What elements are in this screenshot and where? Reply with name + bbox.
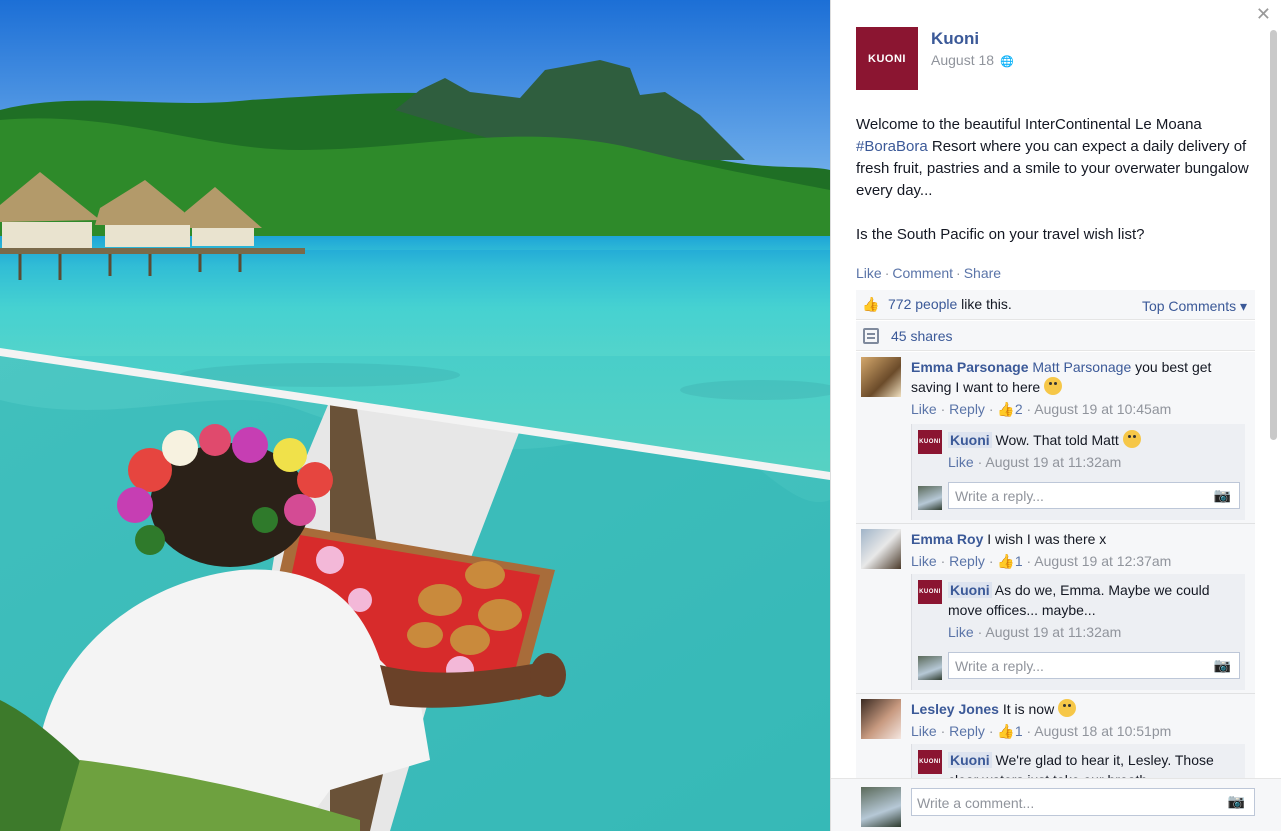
reply-text: Wow. That told Matt: [991, 432, 1119, 448]
comment-meta: Like · Reply · 👍1 · August 18 at 10:51pm: [911, 723, 1172, 739]
separator: ·: [884, 265, 890, 281]
avatar[interactable]: [861, 357, 901, 397]
thumbs-up-icon: 👍: [997, 723, 1015, 739]
comments-list: Emma Parsonage Matt Parsonage you best g…: [856, 352, 1255, 804]
reply-author[interactable]: Kuoni: [948, 582, 992, 598]
comment-reply-link[interactable]: Reply: [949, 553, 985, 569]
likes-suffix: like this.: [957, 296, 1012, 312]
logo-text: KUONI: [919, 439, 941, 445]
comment-author[interactable]: Emma Parsonage: [911, 359, 1029, 375]
comment-item: Emma Roy I wish I was there x Like · Rep…: [856, 524, 1255, 694]
reply-input-row: Write a reply... 📷: [912, 648, 1246, 686]
avatar[interactable]: [861, 699, 901, 739]
comment-like-link[interactable]: Like: [911, 553, 937, 569]
reply-author[interactable]: Kuoni: [948, 432, 992, 448]
avatar[interactable]: [861, 529, 901, 569]
reply-meta: Like · August 19 at 11:32am: [948, 454, 1122, 470]
thumbs-up-icon: 👍: [997, 401, 1015, 417]
post-text-line1: Welcome to the beautiful InterContinenta…: [856, 116, 1202, 133]
kuoni-avatar[interactable]: KUONI: [918, 430, 942, 454]
kuoni-avatar[interactable]: KUONI: [918, 750, 942, 774]
reply-like-link[interactable]: Like: [948, 624, 974, 640]
reply-time[interactable]: August 19 at 11:32am: [985, 624, 1121, 640]
reply-like-link[interactable]: Like: [948, 454, 974, 470]
comment-reply-link[interactable]: Reply: [949, 723, 985, 739]
shares-summary: 45 shares: [856, 321, 1255, 351]
shares-icon: [863, 328, 879, 344]
reply-thread: KUONI Kuoni As do we, Emma. Maybe we cou…: [911, 574, 1245, 690]
comment-time[interactable]: August 18 at 10:51pm: [1034, 723, 1171, 739]
separator: ·: [956, 265, 961, 281]
post-side-panel: ✕ KUONI Kuoni August 18 🌐 Welcome to the…: [830, 0, 1281, 831]
comment-time[interactable]: August 19 at 10:45am: [1034, 401, 1171, 417]
thumbs-up-icon: 👍: [997, 553, 1015, 569]
comment-like-link[interactable]: Like: [911, 723, 937, 739]
tagged-user[interactable]: Matt Parsonage: [1032, 359, 1131, 375]
comment-like-count[interactable]: 1: [1015, 723, 1023, 739]
reply-placeholder: Write a reply...: [955, 658, 1044, 674]
reply-input[interactable]: Write a reply... 📷: [948, 652, 1240, 679]
comment-link[interactable]: Comment: [892, 265, 953, 281]
comment-like-link[interactable]: Like: [911, 401, 937, 417]
globe-icon: 🌐: [999, 56, 1014, 68]
comment-placeholder: Write a comment...: [917, 795, 1035, 811]
post-body: Welcome to the beautiful InterContinenta…: [856, 114, 1256, 246]
comment-item: Emma Parsonage Matt Parsonage you best g…: [856, 352, 1255, 524]
logo-text: KUONI: [868, 52, 906, 65]
post-photo[interactable]: [0, 0, 830, 831]
comment-text: I wish I was there x: [983, 531, 1107, 547]
comment-composer: Write a comment... 📷: [831, 778, 1281, 831]
comment-reply-link[interactable]: Reply: [949, 401, 985, 417]
camera-icon[interactable]: 📷: [1214, 657, 1231, 674]
comment-meta: Like · Reply · 👍2 · August 19 at 10:45am: [911, 401, 1172, 417]
likes-summary: 👍 772 people like this. Top Comments ▾: [856, 290, 1255, 320]
avatar: [861, 787, 901, 827]
reply-thread: KUONI Kuoni Wow. That told Matt Like · A…: [911, 424, 1245, 520]
smile-emoji-icon: [1058, 699, 1077, 717]
close-icon[interactable]: ✕: [1256, 4, 1271, 25]
page-avatar[interactable]: KUONI: [856, 27, 918, 90]
comment-input[interactable]: Write a comment... 📷: [911, 788, 1255, 816]
comment-author[interactable]: Lesley Jones: [911, 701, 999, 717]
comment-meta: Like · Reply · 👍1 · August 19 at 12:37am: [911, 553, 1172, 569]
likes-count-link[interactable]: 772 people: [888, 296, 957, 312]
comment-author[interactable]: Emma Roy: [911, 531, 983, 547]
top-comments-dropdown[interactable]: Top Comments ▾: [1142, 298, 1247, 315]
reply-input[interactable]: Write a reply... 📷: [948, 482, 1240, 509]
scrollbar[interactable]: [1270, 30, 1277, 440]
bora-bora-photo: [0, 0, 830, 831]
reply-input-row: Write a reply... 📷: [912, 478, 1246, 516]
reply-author[interactable]: Kuoni: [948, 752, 992, 768]
comment-text: It is now: [998, 701, 1055, 717]
avatar: [918, 486, 942, 510]
camera-icon[interactable]: 📷: [1214, 487, 1231, 504]
kuoni-avatar[interactable]: KUONI: [918, 580, 942, 604]
avatar: [918, 656, 942, 680]
camera-icon[interactable]: 📷: [1228, 793, 1245, 810]
post-question: Is the South Pacific on your travel wish…: [856, 226, 1145, 243]
post-timestamp[interactable]: August 18 🌐: [931, 52, 1014, 68]
logo-text: KUONI: [919, 759, 941, 765]
grin-emoji-icon: [1044, 377, 1063, 395]
thumbs-up-icon: 👍: [862, 296, 880, 312]
comment-like-count[interactable]: 2: [1015, 401, 1023, 417]
reply-time[interactable]: August 19 at 11:32am: [985, 454, 1121, 470]
post-actions: Like · Comment · Share: [856, 265, 1001, 281]
post-date: August 18: [931, 52, 995, 68]
comment-time[interactable]: August 19 at 12:37am: [1034, 553, 1171, 569]
smile-emoji-icon: [1122, 430, 1141, 448]
hashtag-link[interactable]: #BoraBora: [856, 138, 928, 155]
reply-meta: Like · August 19 at 11:32am: [948, 624, 1122, 640]
comment-like-count[interactable]: 1: [1015, 553, 1023, 569]
shares-count-link[interactable]: 45 shares: [891, 328, 952, 344]
reply-placeholder: Write a reply...: [955, 488, 1044, 504]
like-link[interactable]: Like: [856, 265, 882, 281]
share-link[interactable]: Share: [964, 265, 1001, 281]
logo-text: KUONI: [919, 589, 941, 595]
page-name-link[interactable]: Kuoni: [931, 29, 979, 49]
